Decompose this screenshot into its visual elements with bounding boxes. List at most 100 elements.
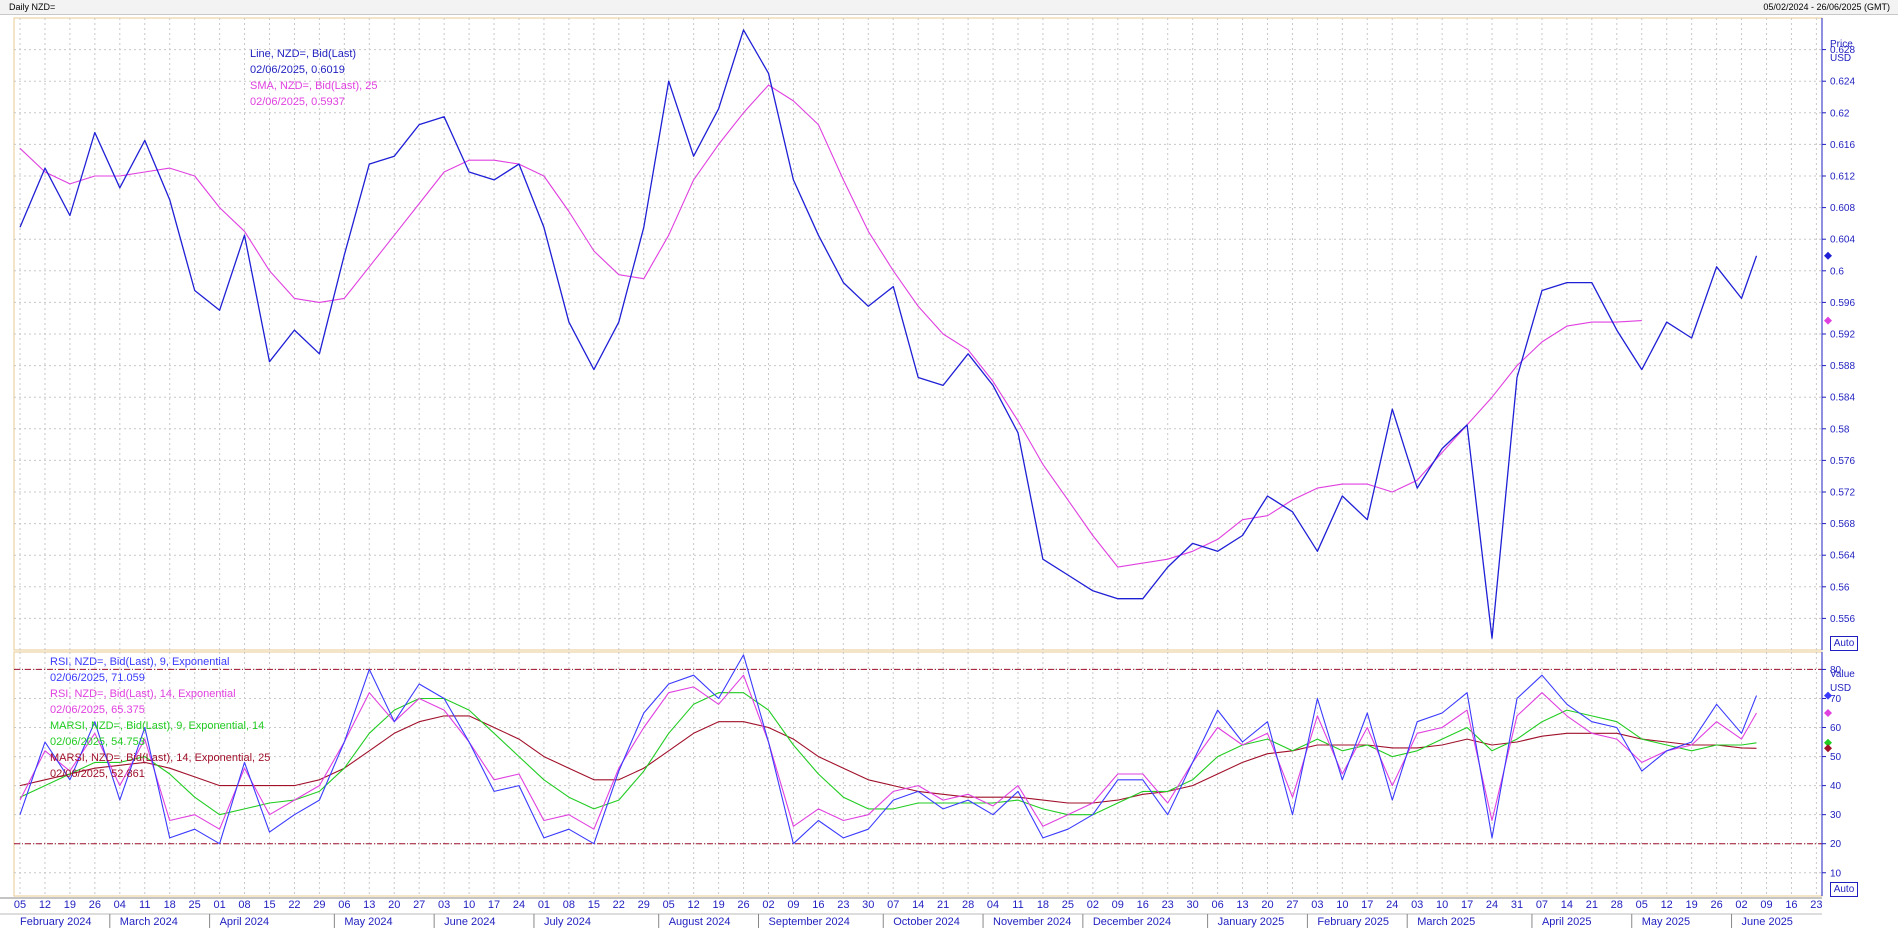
x-tick-label: 08 (563, 899, 575, 911)
price-y-tick-label: 0.6 (1830, 266, 1844, 277)
rsi-legend-entry: 02/06/2025, 71.059 (50, 672, 145, 684)
x-tick-label: 25 (189, 899, 201, 911)
price-y-tick-label: 0.62 (1830, 108, 1850, 119)
x-month-label: June 2024 (444, 916, 495, 928)
x-tick-label: 23 (837, 899, 849, 911)
x-tick-label: 19 (64, 899, 76, 911)
x-tick-label: 31 (1511, 899, 1523, 911)
x-tick-label: 11 (139, 899, 150, 911)
x-tick-label: 17 (488, 899, 500, 911)
x-tick-label: 11 (1012, 899, 1023, 911)
rsi-y-tick-label: 40 (1830, 781, 1842, 792)
price-y-tick-label: 0.616 (1830, 140, 1855, 151)
x-tick-label: 13 (1236, 899, 1248, 911)
x-month-label: February 2025 (1317, 916, 1389, 928)
price-legend-entry: Line, NZD=, Bid(Last) (250, 48, 357, 60)
x-month-label: April 2024 (220, 916, 270, 928)
rsi-legend-entry: RSI, NZD=, Bid(Last), 9, Exponential (50, 656, 230, 668)
x-tick-label: 30 (862, 899, 874, 911)
price-auto-button[interactable]: Auto (1830, 636, 1858, 651)
price-y-tick-label: 0.612 (1830, 172, 1855, 183)
x-tick-label: 15 (263, 899, 275, 911)
rsi-last-marker (1824, 744, 1832, 753)
rsi-legend-entry: RSI, NZD=, Bid(Last), 14, Exponential (50, 688, 236, 700)
rsi-last-marker (1824, 709, 1832, 717)
x-month-label: July 2024 (544, 916, 591, 928)
price-y-tick-label: 0.596 (1830, 298, 1855, 309)
x-tick-label: 22 (288, 899, 300, 911)
x-tick-label: 07 (887, 899, 899, 911)
x-month-label: December 2024 (1093, 916, 1171, 928)
x-tick-label: 26 (737, 899, 749, 911)
x-tick-label: 01 (213, 899, 225, 911)
price-y-tick-label: 0.588 (1830, 361, 1855, 372)
x-month-label: October 2024 (893, 916, 960, 928)
x-tick-label: 29 (638, 899, 650, 911)
x-tick-label: 17 (1461, 899, 1473, 911)
price-y-tick-label: 0.576 (1830, 456, 1855, 467)
x-tick-label: 02 (762, 899, 774, 911)
x-tick-label: 18 (164, 899, 176, 911)
x-tick-label: 16 (812, 899, 824, 911)
price-y-tick-label: 0.56 (1830, 582, 1850, 593)
x-tick-label: 03 (1311, 899, 1323, 911)
x-tick-label: 22 (613, 899, 625, 911)
x-month-label: May 2025 (1642, 916, 1690, 928)
x-month-label: June 2025 (1742, 916, 1793, 928)
rsi-legend-entry: 02/06/2025, 54.753 (50, 736, 145, 748)
rsi-legend-entry: 02/06/2025, 65.375 (50, 704, 145, 716)
x-tick-label: 10 (1436, 899, 1448, 911)
x-tick-label: 12 (39, 899, 51, 911)
x-tick-label: 29 (313, 899, 325, 911)
x-tick-label: 05 (663, 899, 675, 911)
price-y-tick-label: 0.592 (1830, 330, 1855, 341)
price-y-tick-label: 0.556 (1830, 614, 1855, 625)
x-tick-label: 24 (513, 899, 525, 911)
x-tick-label: 01 (538, 899, 550, 911)
rsi-y-tick-label: 60 (1830, 723, 1842, 734)
x-month-label: February 2024 (20, 916, 92, 928)
price-currency-label: USD (1830, 53, 1852, 64)
x-tick-label: 19 (712, 899, 724, 911)
price-y-tick-label: 0.572 (1830, 488, 1855, 499)
x-tick-label: 12 (1661, 899, 1673, 911)
x-month-label: August 2024 (669, 916, 731, 928)
x-tick-label: 28 (962, 899, 974, 911)
price-last-marker (1824, 251, 1832, 260)
x-tick-label: 06 (1211, 899, 1223, 911)
x-tick-label: 23 (1162, 899, 1174, 911)
x-month-label: November 2024 (993, 916, 1071, 928)
x-tick-label: 09 (787, 899, 799, 911)
price-y-tick-label: 0.584 (1830, 393, 1855, 404)
x-tick-label: 10 (1336, 899, 1348, 911)
x-tick-label: 16 (1785, 899, 1797, 911)
price-unit-label: Price (1830, 39, 1853, 50)
x-month-label: January 2025 (1218, 916, 1285, 928)
x-tick-label: 20 (388, 899, 400, 911)
x-tick-label: 17 (1361, 899, 1373, 911)
x-tick-label: 10 (463, 899, 475, 911)
x-tick-label: 28 (1611, 899, 1623, 911)
x-month-label: September 2024 (769, 916, 850, 928)
price-legend-entry: SMA, NZD=, Bid(Last), 25 (250, 80, 378, 92)
rsi-auto-button[interactable]: Auto (1830, 882, 1858, 897)
x-tick-label: 24 (1486, 899, 1498, 911)
x-tick-label: 08 (238, 899, 250, 911)
x-tick-label: 14 (1561, 899, 1573, 911)
rsi-legend-entry: MARSI, NZD=, Bid(Last), 9, Exponential, … (50, 720, 265, 732)
rsi-unit-label: Value (1830, 669, 1855, 680)
x-tick-label: 06 (338, 899, 350, 911)
price-y-tick-label: 0.568 (1830, 519, 1855, 530)
rsi-currency-label: USD (1830, 683, 1852, 694)
chart-canvas[interactable]: 05 12 19 26 04 11 18 25 01 08 15 22 29 06 13 20 27 03 10 17… (0, 0, 1898, 932)
price-y-tick-label: 0.604 (1830, 235, 1855, 246)
x-tick-label: 13 (363, 899, 375, 911)
x-tick-label: 05 (1636, 899, 1648, 911)
price-y-tick-label: 0.564 (1830, 551, 1855, 562)
rsi-y-tick-label: 50 (1830, 752, 1842, 763)
x-tick-label: 20 (1261, 899, 1273, 911)
x-tick-label: 27 (413, 899, 425, 911)
rsi-legend-entry: MARSI, NZD=, Bid(Last), 14, Exponential,… (50, 752, 271, 764)
x-tick-label: 02 (1735, 899, 1747, 911)
price-y-tick-label: 0.624 (1830, 77, 1855, 88)
